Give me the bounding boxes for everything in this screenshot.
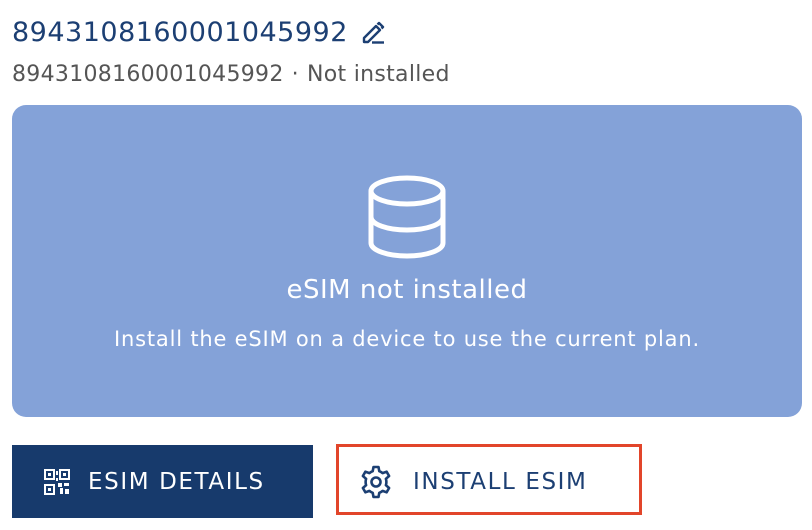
subtitle: 8943108160001045992 · Not installed [12,58,450,90]
gear-icon [361,465,391,499]
title-row: 8943108160001045992 [12,12,388,52]
edit-name-button[interactable] [358,17,388,47]
esim-details-label: ESIM DETAILS [88,468,265,495]
install-status: Not installed [306,61,450,87]
panel-title: eSIM not installed [286,275,528,305]
database-icon [368,175,446,259]
panel-description: Install the eSIM on a device to use the … [114,327,700,351]
separator: · [291,61,299,87]
iccid-text: 8943108160001045992 [12,61,284,87]
status-panel: eSIM not installed Install the eSIM on a… [12,105,802,417]
install-esim-label: INSTALL ESIM [413,469,588,495]
install-esim-button[interactable]: INSTALL ESIM [345,452,641,512]
esim-card: 8943108160001045992 8943108160001045992 … [0,0,812,530]
esim-name: 8943108160001045992 [12,16,348,48]
pencil-icon [362,21,385,44]
esim-details-button[interactable]: ESIM DETAILS [12,445,313,518]
qr-code-icon [44,468,70,495]
